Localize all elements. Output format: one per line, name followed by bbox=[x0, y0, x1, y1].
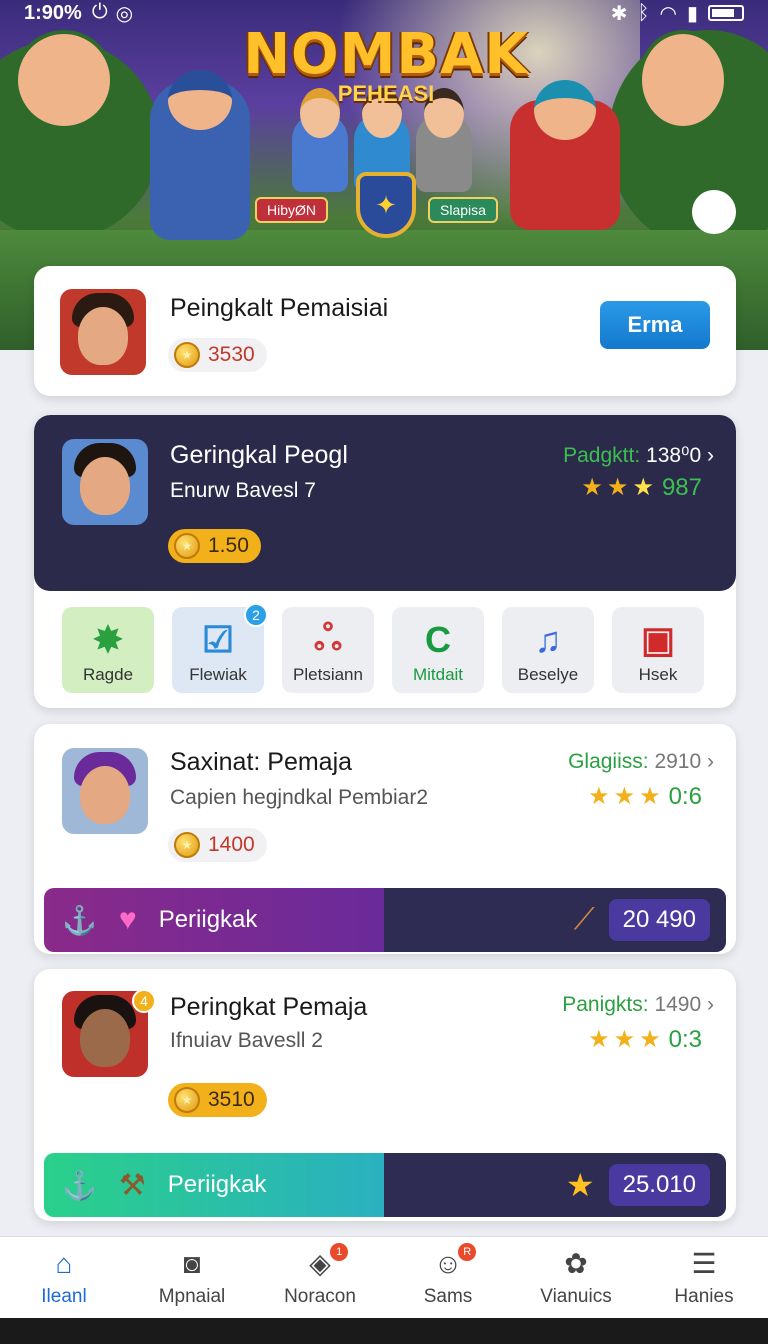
bluetooth-icon: ᛒ bbox=[637, 1, 650, 24]
coin-badge: ★ 3530 bbox=[168, 338, 267, 372]
coin-badge: ★ 1.50 bbox=[168, 529, 261, 563]
knot-icon: ஃ bbox=[313, 616, 343, 658]
game-logo: NOMBAK PEHEASI bbox=[236, 22, 536, 107]
rank-link[interactable]: Padgktt: 138⁰0 › bbox=[563, 443, 714, 468]
star-icon: ★ bbox=[613, 1026, 636, 1053]
game-title: NOMBAK bbox=[243, 22, 529, 87]
tile-hsek[interactable]: ▣ Hsek bbox=[612, 607, 704, 693]
tile-pletsiann[interactable]: ஃ Pletsiann bbox=[282, 607, 374, 693]
star-rating: ★ ★ ★ 987 bbox=[581, 473, 702, 502]
star-rating: ★ ★ ★ 0:6 bbox=[588, 782, 702, 811]
shield-emblem-icon: ✦ bbox=[356, 172, 416, 238]
camera-icon: ◙ bbox=[183, 1247, 201, 1279]
nav-badge: R bbox=[458, 1243, 477, 1261]
coin-icon: ★ bbox=[174, 533, 200, 559]
coin-icon: ★ bbox=[174, 1087, 200, 1113]
leaderboard-card-4[interactable]: 4 Peringkat Pemaja Ifnuiav Bavesll 2 ★ 3… bbox=[34, 969, 736, 1221]
battery-icon bbox=[708, 5, 744, 21]
erma-button[interactable]: Erma bbox=[600, 301, 710, 349]
hero-character-blue bbox=[150, 70, 250, 240]
leaderboard-card-2[interactable]: Geringkal Peogl Enurw Bavesl 7 ★ 1.50 Pa… bbox=[34, 415, 736, 708]
nav-item-sams[interactable]: ☺ R Sams bbox=[384, 1237, 512, 1318]
hero-character-red bbox=[510, 80, 620, 230]
heart-icon: ♥ bbox=[118, 903, 137, 936]
card-subtitle: Ifnuiav Bavesll 2 bbox=[170, 1029, 323, 1052]
star-icon: ★ bbox=[639, 783, 661, 810]
chart-icon: ☑ bbox=[201, 619, 235, 660]
star-icon: ★ bbox=[639, 1026, 661, 1053]
tile-ragde[interactable]: ✸ Ragde bbox=[62, 607, 154, 693]
sync-icon: ◎ bbox=[115, 2, 134, 25]
anchor-icon: ⚓ bbox=[62, 1169, 97, 1201]
wrench-icon: ⚒ bbox=[118, 1168, 146, 1202]
system-navigation-bar bbox=[0, 1318, 768, 1344]
chevron-right-icon: › bbox=[707, 444, 714, 467]
nav-item-ileanl[interactable]: ⌂ Ileanl bbox=[0, 1237, 128, 1318]
nav-item-hanies[interactable]: ☰ Hanies bbox=[640, 1237, 768, 1318]
card-title: Geringkal Peogl bbox=[170, 441, 348, 469]
status-time: 1:90% bbox=[24, 1, 82, 24]
tile-mitdait[interactable]: C Mitdait bbox=[392, 607, 484, 693]
strip-value: 25.010 bbox=[608, 1164, 710, 1206]
banner-tag-right: Slapisa bbox=[428, 197, 498, 223]
star-icon: ★ bbox=[588, 783, 610, 810]
feature-tiles: ✸ Ragde ☑ Flewiak 2 ஃ Pletsiann C Mitdai… bbox=[62, 603, 704, 693]
card-title: Peringkat Pemaja bbox=[170, 993, 368, 1021]
star-icon: ★ bbox=[632, 474, 654, 501]
star-icon: ★ bbox=[613, 783, 636, 810]
status-bar: 1:90% ⏻ ◎ ✱ ᛒ ◠ ▮ bbox=[0, 0, 768, 26]
sword-icon: ⟋ bbox=[573, 903, 595, 936]
home-icon: ⌂ bbox=[55, 1247, 73, 1279]
chevron-right-icon: › bbox=[707, 750, 714, 773]
banner-tag-left: HibyØN bbox=[255, 197, 329, 223]
star-icon: ★ bbox=[565, 1167, 595, 1203]
character-face-left bbox=[14, 30, 114, 130]
star-rating: ★ ★ ★ 0:3 bbox=[588, 1025, 702, 1054]
notification-icon: ✱ bbox=[610, 2, 628, 25]
nav-item-mpnaial[interactable]: ◙ Mpnaial bbox=[128, 1237, 256, 1318]
signal-icon: ▮ bbox=[686, 2, 698, 25]
avatar bbox=[62, 439, 148, 525]
nav-badge: 1 bbox=[330, 1243, 349, 1261]
floating-action-dot[interactable] bbox=[692, 190, 736, 234]
leaderboard-card-3[interactable]: Saxinat: Pemaja Capien hegjndkal Pembiar… bbox=[34, 724, 736, 954]
gem-icon: ✸ bbox=[92, 619, 124, 660]
menu-icon: ☰ bbox=[691, 1248, 717, 1279]
chevron-right-icon: › bbox=[707, 993, 714, 1016]
refresh-icon: C bbox=[425, 619, 451, 660]
alarm-icon: ⏻ bbox=[91, 0, 108, 23]
tile-flewiak[interactable]: ☑ Flewiak 2 bbox=[172, 603, 268, 693]
anchor-icon: ⚓ bbox=[62, 904, 97, 936]
card-subtitle: Capien hegjndkal Pembiar2 bbox=[170, 786, 428, 809]
card-subtitle: Enurw Bavesl 7 bbox=[170, 479, 316, 502]
star-icon: ★ bbox=[581, 474, 603, 501]
coin-badge: ★ 3510 bbox=[168, 1083, 267, 1117]
rank-link[interactable]: Glagiiss: 2910 › bbox=[568, 750, 714, 774]
coin-icon: ★ bbox=[174, 342, 200, 368]
strip-value: 20 490 bbox=[608, 899, 710, 941]
music-icon: ♫ bbox=[534, 619, 562, 660]
card-title: Peingkalt Pemaisiai bbox=[170, 294, 389, 322]
card-title: Saxinat: Pemaja bbox=[170, 748, 353, 776]
bottom-navigation: ⌂ Ileanl ◙ Mpnaial ◈ 1 Noracon ☺ R Sams … bbox=[0, 1236, 768, 1318]
character-face-right bbox=[638, 30, 728, 130]
avatar-level-badge: 4 bbox=[132, 989, 156, 1013]
gift-icon: ▣ bbox=[640, 619, 675, 660]
star-icon: ★ bbox=[606, 474, 629, 501]
nav-item-vianuics[interactable]: ✿ Vianuics bbox=[512, 1237, 640, 1318]
rank-link[interactable]: Panigkts: 1490 › bbox=[562, 993, 714, 1017]
avatar bbox=[60, 289, 146, 375]
ranking-strip[interactable]: ⚓ ♥ Periigkak ⟋ 20 490 bbox=[44, 888, 726, 952]
avatar bbox=[62, 748, 148, 834]
wifi-icon: ◠ bbox=[659, 2, 677, 25]
leaderboard-card-1[interactable]: Peingkalt Pemaisiai ★ 3530 Erma bbox=[34, 266, 736, 396]
tile-beselye[interactable]: ♫ Beselye bbox=[502, 607, 594, 693]
notification-badge: 2 bbox=[244, 603, 268, 627]
ranking-strip[interactable]: ⚓ ⚒ Periigkak ★ 25.010 bbox=[44, 1153, 726, 1217]
coin-badge: ★ 1400 bbox=[168, 828, 267, 862]
star-icon: ★ bbox=[588, 1026, 610, 1053]
coin-icon: ★ bbox=[174, 832, 200, 858]
nav-item-noracon[interactable]: ◈ 1 Noracon bbox=[256, 1237, 384, 1318]
puzzle-icon: ✿ bbox=[564, 1248, 588, 1279]
